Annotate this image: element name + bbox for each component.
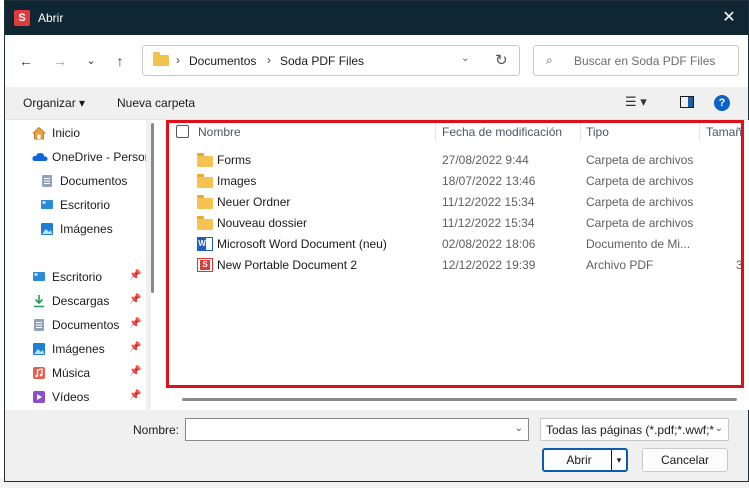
sidebar-item-escritorio[interactable]: Escritorio bbox=[5, 194, 146, 216]
highlight-box bbox=[166, 120, 744, 388]
navigation-bar: ← → ⌄ ↑ › Documentos › Soda PDF Files ⌄ … bbox=[5, 35, 748, 87]
sidebar-item-label: Vídeos bbox=[52, 390, 90, 404]
desktop-icon bbox=[41, 200, 53, 209]
sidebar-item-label: Imágenes bbox=[52, 342, 105, 356]
dialog-title: Abrir bbox=[38, 11, 64, 25]
breadcrumb-soda-pdf-files[interactable]: Soda PDF Files bbox=[280, 54, 364, 68]
sidebar-item-label: Escritorio bbox=[60, 198, 111, 212]
horizontal-scrollbar[interactable] bbox=[182, 398, 737, 401]
new-folder-button[interactable]: Nueva carpeta bbox=[117, 96, 195, 110]
documents-icon bbox=[42, 175, 52, 187]
view-options-icon[interactable]: ☰ ▾ bbox=[625, 94, 647, 110]
sidebar-item-escritorio-pinned[interactable]: Escritorio 📌 bbox=[5, 266, 146, 288]
navigation-pane: Inicio OneDrive - Persor Documentos Escr… bbox=[5, 120, 146, 410]
sidebar-item-descargas[interactable]: Descargas 📌 bbox=[5, 290, 146, 312]
sidebar-item-label: Escritorio bbox=[52, 270, 103, 284]
up-arrow-icon[interactable]: ↑ bbox=[110, 51, 130, 71]
sidebar-item-imagenes[interactable]: Imágenes bbox=[5, 218, 146, 240]
sidebar-item-onedrive[interactable]: OneDrive - Persor bbox=[5, 146, 146, 168]
home-icon bbox=[32, 126, 46, 140]
onedrive-icon bbox=[32, 152, 48, 161]
refresh-icon[interactable]: ↻ bbox=[495, 51, 508, 69]
sidebar-item-inicio[interactable]: Inicio bbox=[5, 122, 146, 144]
sidebar-item-label: Documentos bbox=[52, 318, 120, 332]
videos-icon bbox=[33, 391, 45, 403]
pin-icon[interactable]: 📌 bbox=[129, 294, 141, 305]
organize-menu-button[interactable]: Organizar ▾ bbox=[23, 96, 85, 110]
sidebar-item-label: Inicio bbox=[52, 126, 81, 140]
close-button[interactable]: ✕ bbox=[716, 6, 742, 30]
sidebar-item-label: Música bbox=[52, 366, 91, 380]
back-arrow-icon[interactable]: ← bbox=[16, 51, 36, 71]
soda-pdf-app-icon: S bbox=[14, 10, 30, 26]
file-type-filter[interactable]: Todas las páginas (*.pdf;*.wwf;* ⌄ bbox=[540, 418, 729, 441]
address-bar[interactable]: › Documentos › Soda PDF Files ⌄ ↻ bbox=[142, 45, 520, 76]
sidebar-item-videos[interactable]: Vídeos 📌 bbox=[5, 386, 146, 408]
music-icon bbox=[33, 367, 45, 379]
file-name-input[interactable]: ⌄ bbox=[185, 418, 529, 441]
open-button[interactable]: Abrir ▾ bbox=[542, 448, 628, 472]
breadcrumb-documentos[interactable]: Documentos bbox=[189, 54, 256, 68]
address-dropdown-chevron-icon[interactable]: ⌄ bbox=[461, 53, 469, 64]
pin-icon[interactable]: 📌 bbox=[129, 270, 141, 281]
open-split-dropdown-icon[interactable]: ▾ bbox=[611, 450, 626, 470]
sidebar-item-label: OneDrive - Persor bbox=[52, 150, 146, 164]
sidebar-scrollbar[interactable] bbox=[151, 123, 154, 293]
sidebar-item-label: Imágenes bbox=[60, 222, 113, 236]
recent-locations-chevron-icon[interactable]: ⌄ bbox=[81, 51, 101, 71]
command-bar: Organizar ▾ Nueva carpeta ☰ ▾ ? bbox=[5, 87, 748, 120]
sidebar-item-documentos[interactable]: Documentos bbox=[5, 170, 146, 192]
search-box[interactable]: ⌕ Buscar en Soda PDF Files bbox=[533, 45, 739, 76]
sidebar-item-imagenes-pinned[interactable]: Imágenes 📌 bbox=[5, 338, 146, 360]
sidebar-item-documentos-pinned[interactable]: Documentos 📌 bbox=[5, 314, 146, 336]
title-bar: S Abrir ✕ bbox=[5, 1, 748, 35]
pin-icon[interactable]: 📌 bbox=[129, 318, 141, 329]
cancel-button[interactable]: Cancelar bbox=[642, 448, 728, 472]
sidebar-item-label: Documentos bbox=[60, 174, 128, 188]
pictures-icon bbox=[41, 223, 53, 235]
search-placeholder: Buscar en Soda PDF Files bbox=[574, 54, 716, 68]
pin-icon[interactable]: 📌 bbox=[129, 342, 141, 353]
desktop-icon bbox=[33, 272, 45, 281]
sidebar-item-musica[interactable]: Música 📌 bbox=[5, 362, 146, 384]
open-button-label: Abrir bbox=[566, 453, 592, 467]
preview-pane-icon[interactable] bbox=[680, 96, 694, 108]
search-icon: ⌕ bbox=[546, 53, 553, 67]
help-icon[interactable]: ? bbox=[714, 95, 730, 111]
breadcrumb-separator-icon: › bbox=[267, 53, 271, 67]
forward-arrow-icon[interactable]: → bbox=[50, 51, 70, 71]
file-name-label: Nombre: bbox=[133, 423, 180, 437]
file-type-filter-value: Todas las páginas (*.pdf;*.wwf;* bbox=[546, 423, 715, 437]
chevron-down-icon[interactable]: ⌄ bbox=[715, 423, 723, 434]
downloads-icon bbox=[34, 295, 44, 308]
pin-icon[interactable]: 📌 bbox=[129, 390, 141, 401]
pin-icon[interactable]: 📌 bbox=[129, 366, 141, 377]
breadcrumb-separator-icon: › bbox=[176, 53, 180, 67]
documents-icon bbox=[34, 319, 44, 331]
sidebar-item-label: Descargas bbox=[52, 294, 110, 308]
folder-icon bbox=[153, 52, 169, 66]
chevron-down-icon[interactable]: ⌄ bbox=[515, 423, 523, 434]
pictures-icon bbox=[33, 343, 45, 355]
